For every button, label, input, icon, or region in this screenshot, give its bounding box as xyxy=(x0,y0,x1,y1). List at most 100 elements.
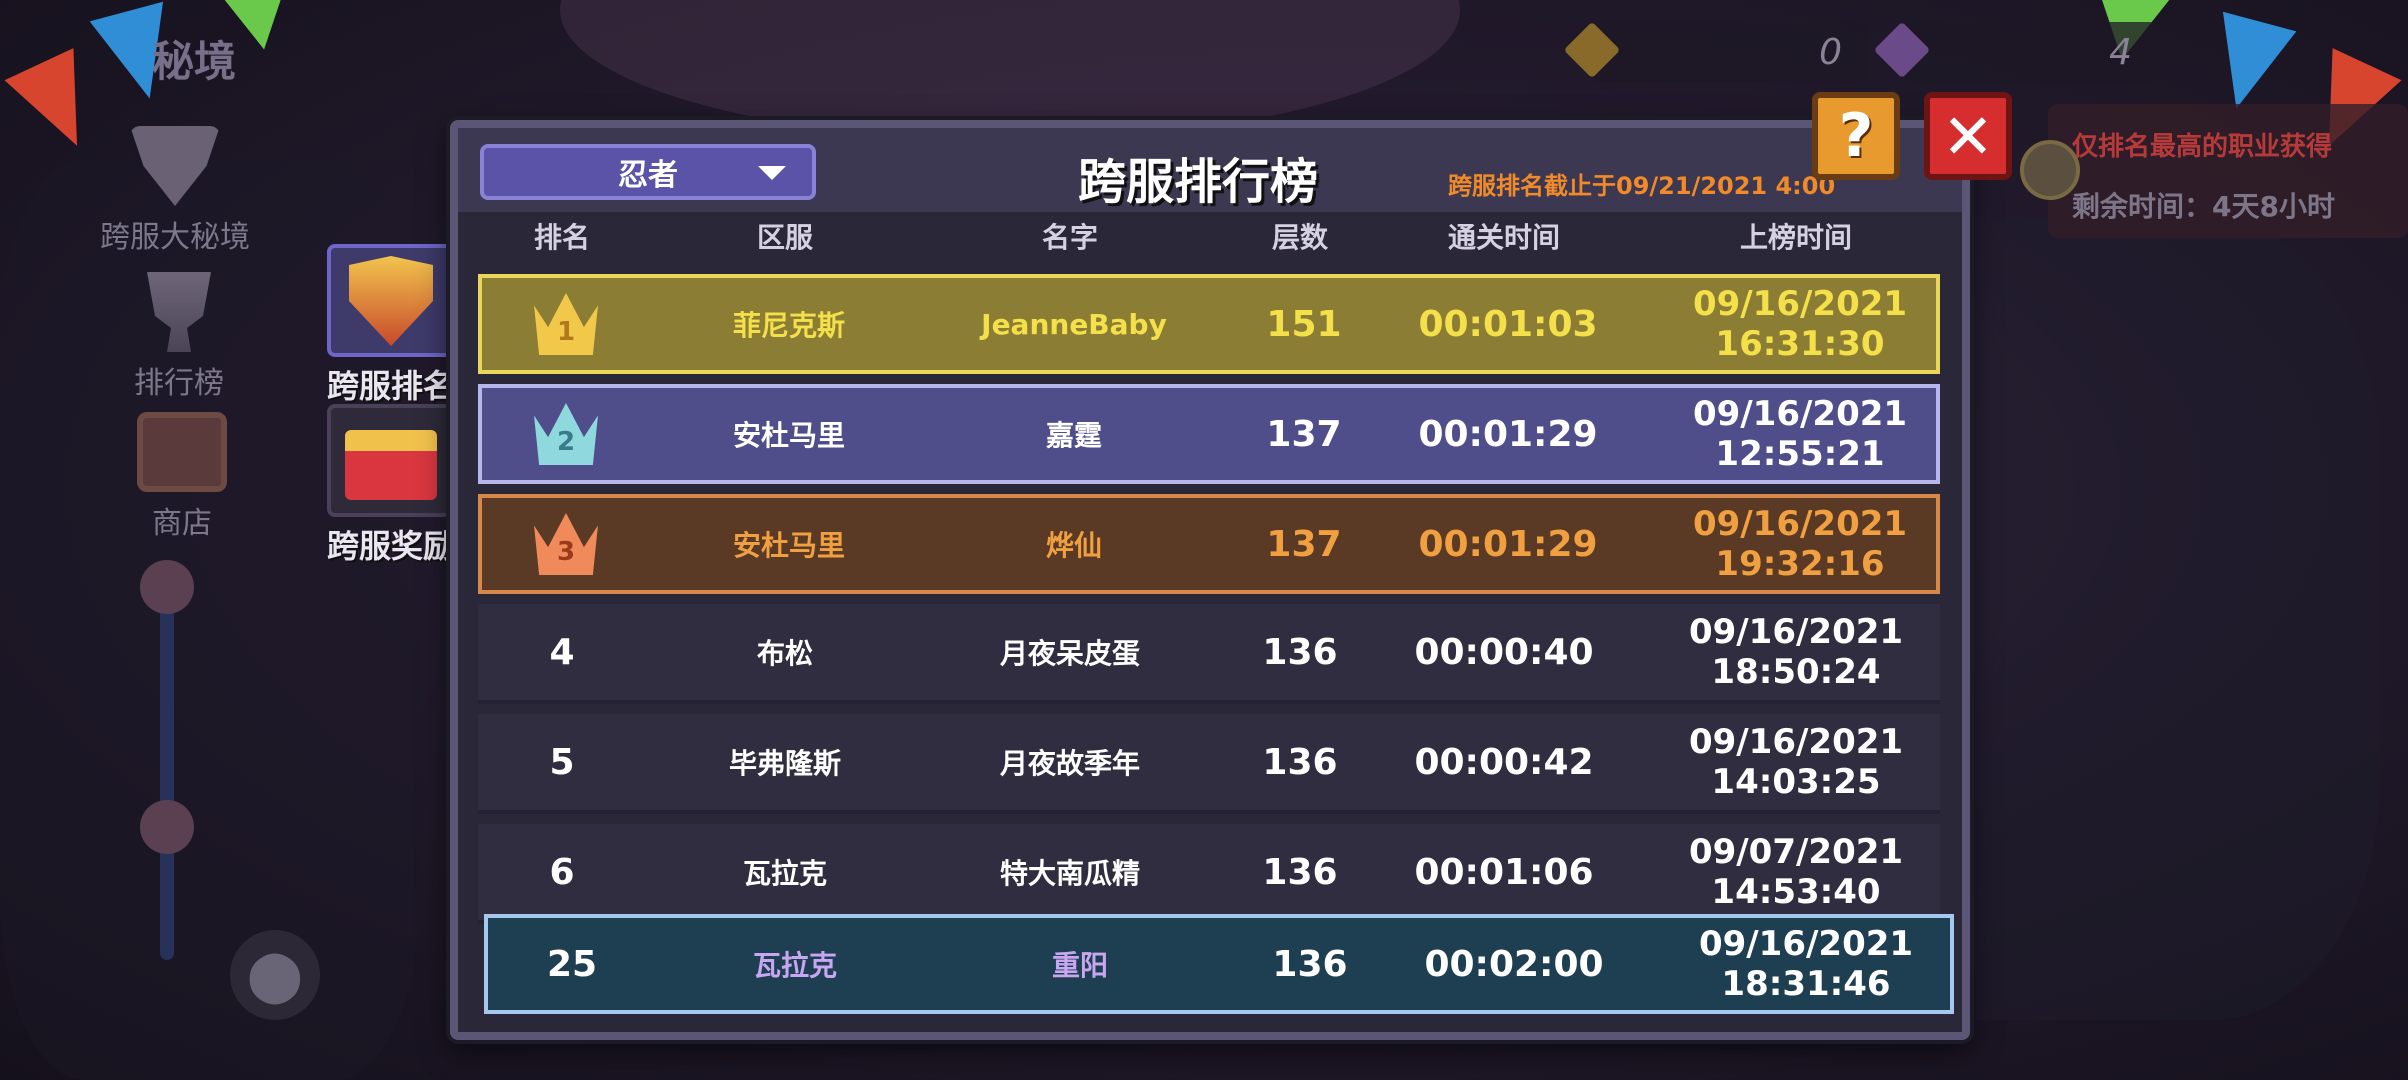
clear-time-cell: 00:00:40 xyxy=(1414,631,1594,673)
question-mark-icon: ? xyxy=(1838,101,1874,171)
sidebar-item-label: 排行榜 xyxy=(134,366,224,401)
list-time-cell: 09/16/2021 12:55:21 xyxy=(1693,388,1907,480)
tab-label: 跨服排名 xyxy=(326,367,455,405)
table-row[interactable]: 3 安杜马里 烨仙 137 00:01:29 09/16/2021 19:32:… xyxy=(478,494,1940,594)
currency-amber-value: 0 xyxy=(1819,31,1842,73)
column-header-name: 名字 xyxy=(1041,221,1099,254)
purple-gem-icon xyxy=(1873,21,1931,79)
class-select-dropdown[interactable]: 忍者 xyxy=(480,144,816,200)
sidebar-item-label: 跨服大秘境 xyxy=(100,220,250,255)
clear-time-cell: 00:01:29 xyxy=(1418,523,1598,565)
list-time-cell: 09/07/2021 14:53:40 xyxy=(1689,824,1903,920)
clear-time-cell: 00:02:00 xyxy=(1424,943,1604,985)
server-cell: 毕弗隆斯 xyxy=(728,747,842,780)
tab-label: 跨服奖励 xyxy=(326,527,455,565)
rank-crown: 3 xyxy=(534,498,598,590)
sidebar-item-leaderboard[interactable]: 排行榜 xyxy=(134,272,224,402)
table-row[interactable]: 6 瓦拉克 特大南瓜精 136 00:01:06 09/07/2021 14:5… xyxy=(478,824,1940,924)
currency-amber: 0 xyxy=(1563,21,1870,82)
player-name: 特大南瓜精 xyxy=(999,857,1141,890)
background-cave-shape xyxy=(560,0,1460,140)
column-header-rank: 排名 xyxy=(533,221,591,254)
gold-crown-icon: 1 xyxy=(534,293,598,355)
table-row[interactable]: 2 安杜马里 嘉霆 137 00:01:29 09/16/2021 12:55:… xyxy=(478,384,1940,484)
list-date: 09/16/2021 xyxy=(1698,924,1914,964)
tab-cross-server-rewards[interactable]: 跨服奖励 xyxy=(325,404,457,567)
close-icon: ✕ xyxy=(1942,99,1994,173)
close-button[interactable]: ✕ xyxy=(1924,92,2012,180)
column-header-floor: 层数 xyxy=(1271,221,1329,254)
floor-cell: 137 xyxy=(1266,413,1342,455)
player-name: 重阳 xyxy=(1051,949,1109,982)
treasure-chest-icon xyxy=(327,404,455,517)
chevron-down-icon xyxy=(758,166,786,180)
server-cell: 布松 xyxy=(756,637,814,670)
rank-cell: 25 xyxy=(546,943,598,985)
list-date: 09/16/2021 xyxy=(1688,612,1904,652)
list-time-cell: 09/16/2021 19:32:16 xyxy=(1693,498,1907,590)
rank-cell: 4 xyxy=(549,631,575,673)
flag-decoration-right xyxy=(2199,11,2297,119)
flag-decoration-left xyxy=(4,48,112,162)
map-path xyxy=(160,560,174,960)
panel-title: 跨服排行榜 xyxy=(1078,154,1319,210)
rank-crown: 1 xyxy=(534,278,598,370)
column-header-server: 区服 xyxy=(756,221,814,254)
list-clock: 14:53:40 xyxy=(1711,872,1881,912)
stopwatch-icon xyxy=(2020,140,2080,200)
list-date: 09/16/2021 xyxy=(1692,284,1908,324)
currency-purple-value: 4 xyxy=(2109,31,2132,73)
list-clock: 16:31:30 xyxy=(1715,324,1885,364)
list-time-cell: 09/16/2021 18:50:24 xyxy=(1689,604,1903,700)
map-node xyxy=(140,800,194,854)
shop-icon xyxy=(137,412,227,492)
sidebar-item-shop[interactable]: 商店 xyxy=(137,412,227,542)
tab-cross-server-ranking[interactable]: 跨服排名 xyxy=(325,244,457,407)
floor-cell: 136 xyxy=(1262,741,1338,783)
table-row[interactable]: 1 菲尼克斯 JeanneBaby 151 00:01:03 09/16/202… xyxy=(478,274,1940,374)
column-header-clear-time: 通关时间 xyxy=(1447,221,1561,254)
player-name: 烨仙 xyxy=(1045,529,1103,562)
trophy-icon xyxy=(147,272,211,352)
list-clock: 14:03:25 xyxy=(1711,762,1881,802)
floor-cell: 137 xyxy=(1266,523,1342,565)
column-header-list-time: 上榜时间 xyxy=(1739,221,1853,254)
remaining-time: 剩余时间：4天8小时 xyxy=(2072,190,2335,223)
table-row[interactable]: 5 毕弗隆斯 月夜故季年 136 00:00:42 09/16/2021 14:… xyxy=(478,714,1940,814)
area-title: 秘境 xyxy=(152,37,237,86)
help-button[interactable]: ? xyxy=(1812,92,1900,180)
list-date: 09/16/2021 xyxy=(1692,394,1908,434)
shield-emblem-icon xyxy=(327,244,455,357)
class-select-value: 忍者 xyxy=(618,158,678,193)
floor-cell: 151 xyxy=(1266,303,1342,345)
currency-purple: 4 xyxy=(1873,21,2160,82)
player-name: 月夜呆皮蛋 xyxy=(999,637,1141,670)
server-cell: 瓦拉克 xyxy=(742,857,828,890)
floor-cell: 136 xyxy=(1262,851,1338,893)
rank-cell: 5 xyxy=(549,741,575,783)
list-date: 09/16/2021 xyxy=(1688,722,1904,762)
player-name: JeanneBaby xyxy=(981,307,1167,341)
location-pin-icon[interactable]: ⬤ xyxy=(230,930,320,1020)
list-clock: 12:55:21 xyxy=(1715,434,1885,474)
clear-time-cell: 00:01:06 xyxy=(1414,851,1594,893)
list-clock: 18:50:24 xyxy=(1711,652,1881,692)
hint-text: 仅排名最高的职业获得 xyxy=(2072,132,2333,162)
sidebar-item-cross-server-dungeon[interactable]: 跨服大秘境 xyxy=(100,126,250,256)
medal-icon xyxy=(130,126,220,206)
clear-time-cell: 00:01:03 xyxy=(1418,303,1598,345)
list-date: 09/16/2021 xyxy=(1692,504,1908,544)
rank-cell: 6 xyxy=(549,851,575,893)
server-cell: 安杜马里 xyxy=(732,529,846,562)
list-time-cell: 09/16/2021 18:31:46 xyxy=(1699,918,1913,1010)
silver-crown-icon: 2 xyxy=(534,403,598,465)
list-time-cell: 09/16/2021 16:31:30 xyxy=(1693,278,1907,370)
clear-time-cell: 00:00:42 xyxy=(1414,741,1594,783)
floor-cell: 136 xyxy=(1272,943,1348,985)
floor-cell: 136 xyxy=(1262,631,1338,673)
season-hint-panel: 仅排名最高的职业获得 剩余时间：4天8小时 xyxy=(2048,104,2408,238)
amber-gem-icon xyxy=(1563,21,1621,79)
table-row[interactable]: 4 布松 月夜呆皮蛋 136 00:00:40 09/16/2021 18:50… xyxy=(478,604,1940,704)
my-ranking-row[interactable]: 25 瓦拉克 重阳 136 00:02:00 09/16/2021 18:31:… xyxy=(484,914,1954,1014)
list-clock: 19:32:16 xyxy=(1715,544,1885,584)
